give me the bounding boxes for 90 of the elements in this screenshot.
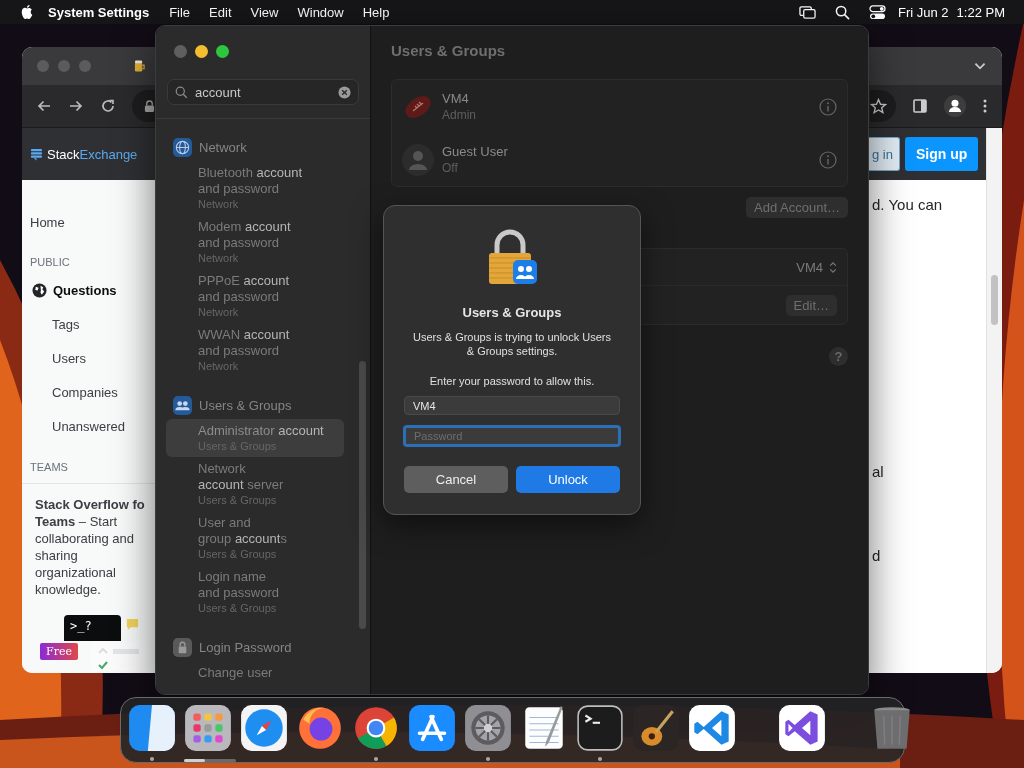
username-field[interactable]: VM4 (404, 396, 620, 415)
search-result[interactable]: PPPoE account and password Network (166, 269, 344, 323)
people-icon (173, 395, 192, 415)
nav-link[interactable]: Home (22, 216, 155, 230)
nav-link[interactable]: Questions (22, 282, 155, 298)
terminal-prompt: >_? (64, 615, 121, 641)
globe-icon (173, 137, 192, 157)
pane-title: Users & Groups (391, 42, 507, 60)
stack-icon (30, 147, 43, 161)
user-role: Off (442, 160, 459, 176)
reload-icon[interactable] (100, 98, 116, 114)
profile-icon[interactable] (944, 95, 966, 117)
grid-icon[interactable] (183, 703, 233, 753)
menu-item[interactable]: File (169, 4, 191, 20)
control-center-icon[interactable] (869, 4, 886, 20)
menu-item[interactable]: View (250, 4, 279, 20)
up-down-chevron-icon (829, 260, 837, 274)
result-group-title: Login Password (199, 639, 292, 655)
menu-item[interactable]: Edit (209, 4, 232, 20)
lock-icon (144, 99, 155, 113)
menu-item[interactable]: Help (362, 4, 390, 20)
angle-ribbon-icon[interactable] (687, 703, 737, 753)
terminal-icon[interactable] (575, 703, 625, 753)
running-indicator (374, 757, 378, 761)
apple-icon[interactable] (20, 4, 34, 20)
search-result[interactable]: Network account server Users & Groups (166, 457, 344, 511)
split-square-icon[interactable] (127, 703, 177, 753)
section-heading: PUBLIC (29, 256, 71, 268)
mug-icon[interactable] (134, 59, 145, 73)
nav-link[interactable]: Unanswered (22, 418, 155, 434)
app-menu[interactable]: System Settings (48, 4, 150, 20)
chat-icon (126, 618, 139, 631)
search-result[interactable]: Bluetooth account and password Network (166, 161, 344, 215)
search-result[interactable]: WWAN account and password Network (166, 323, 344, 377)
forward-icon[interactable] (68, 98, 84, 114)
star-icon[interactable] (870, 97, 887, 115)
infinity-ribbon-icon[interactable] (777, 703, 827, 753)
back-icon[interactable] (36, 98, 52, 114)
page-text: al (871, 463, 884, 481)
result-group-title: Users & Groups (199, 397, 292, 413)
nav-link[interactable]: Users (22, 350, 155, 366)
running-indicator (150, 757, 154, 761)
lock-icon (173, 637, 192, 657)
person-avatar-icon (402, 143, 434, 176)
user-name: VM4 (442, 90, 470, 107)
logo-text: Exchange (79, 146, 138, 162)
running-indicator (598, 757, 602, 761)
nav-link[interactable]: Tags (22, 316, 155, 332)
log-in-button[interactable]: g in (869, 137, 900, 171)
clear-icon[interactable] (338, 85, 351, 99)
logo-text: Stack (47, 146, 80, 162)
address-bar[interactable] (870, 90, 896, 122)
search-result[interactable]: Modem account and password Network (166, 215, 344, 269)
page-text: d (871, 547, 881, 565)
nav-link[interactable]: Companies (22, 384, 155, 400)
scrollbar[interactable] (359, 361, 366, 629)
search-field[interactable]: account (167, 79, 359, 105)
result-group-title: Network (199, 139, 247, 155)
dialog-message: Users & Groups is trying to unlock Users & Groups settings. (411, 330, 613, 358)
menu-bar-time[interactable]: 1:22 PM (956, 4, 1005, 20)
side-panel-icon[interactable] (912, 98, 928, 114)
user-name: Guest User (442, 143, 509, 160)
compass-icon[interactable] (239, 703, 289, 753)
globe-icon (32, 282, 47, 298)
user-role: Admin (442, 107, 477, 123)
minimize-button[interactable] (195, 45, 208, 58)
free-badge: Free (40, 643, 78, 660)
cancel-button[interactable]: Cancel (404, 466, 508, 493)
running-indicator (486, 757, 490, 761)
search-result[interactable]: User and group accounts Users & Groups (166, 511, 344, 565)
search-icon[interactable] (834, 4, 851, 20)
user-popup[interactable]: VM4 (796, 259, 837, 275)
unlock-button[interactable]: Unlock (516, 466, 620, 493)
more-icon[interactable] (982, 98, 988, 114)
page-text: d. You can (871, 196, 943, 214)
zoom-button[interactable] (216, 45, 229, 58)
menu-bar-date[interactable]: Fri Jun 2 (898, 4, 949, 20)
address-bar[interactable] (132, 90, 155, 122)
screen-mirroring-icon[interactable] (799, 4, 816, 20)
menu-item[interactable]: Window (297, 4, 344, 20)
gear-icon[interactable] (463, 703, 513, 753)
dialog-prompt: Enter your password to allow this. (429, 375, 595, 387)
scrollbar[interactable] (986, 128, 1002, 673)
a-shape-icon[interactable] (407, 703, 457, 753)
info-icon[interactable] (819, 150, 837, 169)
dialog-title: Users & Groups (462, 305, 562, 320)
teams-promo-text: Stack Overflow fo Teams – Start collaborating and sharing organizational knowledge. (35, 496, 146, 598)
section-heading: TEAMS (22, 461, 155, 484)
info-icon[interactable] (819, 97, 837, 116)
search-icon (175, 85, 188, 99)
